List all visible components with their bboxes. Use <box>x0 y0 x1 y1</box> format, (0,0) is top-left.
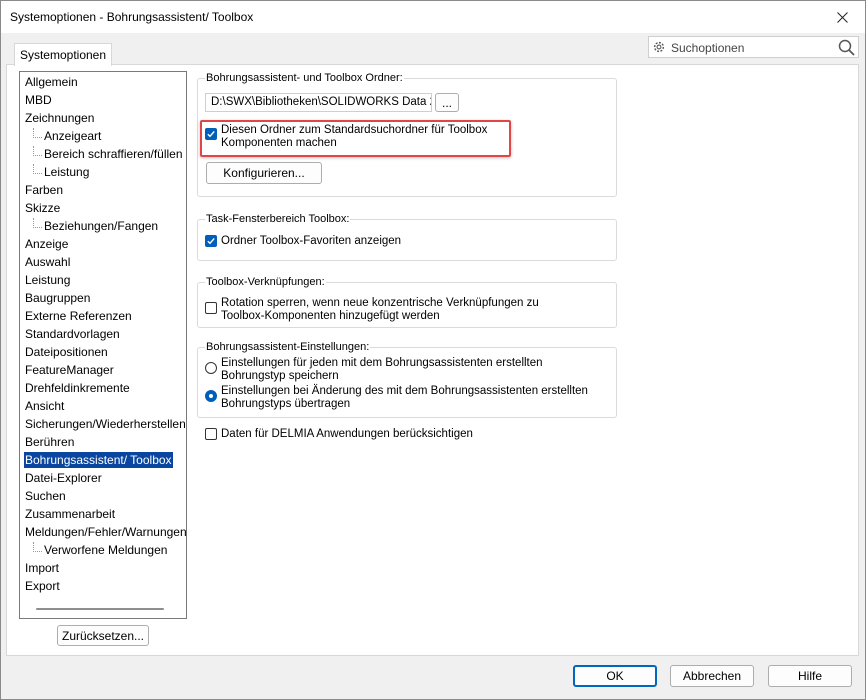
tree-item[interactable]: MBD <box>25 92 52 108</box>
tree-item[interactable]: Verworfene Meldungen <box>32 542 167 558</box>
default-folder-label-line1: Diesen Ordner zum Standardsuchordner für… <box>221 124 488 136</box>
task-pane-group-title: Task-Fensterbereich Toolbox: <box>205 213 351 225</box>
search-icon[interactable] <box>838 39 855 56</box>
toolbox-favorites-checkbox[interactable] <box>205 235 217 247</box>
close-button[interactable] <box>819 1 865 33</box>
tree-item[interactable]: Drehfeldinkremente <box>25 380 130 396</box>
tree-item[interactable]: Berühren <box>25 434 74 450</box>
default-folder-label-line2: Komponenten machen <box>221 137 337 149</box>
tab-label: Systemoptionen <box>19 48 107 62</box>
title-bar: Systemoptionen - Bohrungsassistent/ Tool… <box>1 1 865 33</box>
tree-item[interactable]: Baugruppen <box>25 290 90 306</box>
options-tree[interactable]: Allgemein MBD Zeichnungen Anzeigeart Bereich… <box>19 71 187 619</box>
tree-item[interactable]: Bereich schraffieren/füllen <box>33 146 183 162</box>
tree-item[interactable]: Auswahl <box>25 254 70 270</box>
ok-label: OK <box>606 669 624 683</box>
configure-label: Konfigurieren... <box>223 166 305 180</box>
tree-item[interactable]: Sicherungen/Wiederherstellen <box>25 416 186 432</box>
tree-item[interactable]: Allgemein <box>25 74 78 90</box>
tree-item[interactable]: Leistung <box>25 272 70 288</box>
checkmark-icon <box>207 238 215 245</box>
reset-label: Zurücksetzen... <box>61 628 145 643</box>
lock-rotation-checkbox[interactable] <box>205 302 217 314</box>
configure-button[interactable]: Konfigurieren... <box>206 162 322 184</box>
tree-item[interactable]: Farben <box>25 182 63 198</box>
save-settings-per-type-radio[interactable] <box>205 362 217 374</box>
lock-rotation-label-line2: Toolbox-Komponenten hinzugefügt werden <box>221 310 440 322</box>
propagate-settings-label-line2: Bohrungstyps übertragen <box>221 398 351 410</box>
hole-wizard-group-title: Bohrungsassistent-Einstellungen: <box>205 341 371 353</box>
tree-item[interactable]: Standardvorlagen <box>25 326 120 342</box>
cancel-label: Abbrechen <box>682 669 742 683</box>
save-settings-label-line1: Einstellungen für jeden mit dem Bohrungs… <box>221 357 543 369</box>
tree-item[interactable]: Suchen <box>25 488 66 504</box>
tree-item[interactable]: Anzeigeart <box>32 128 101 144</box>
system-options-dialog: Systemoptionen - Bohrungsassistent/ Tool… <box>0 0 866 700</box>
toolbox-mates-group-title: Toolbox-Verknüpfungen: <box>205 276 326 288</box>
close-icon <box>836 11 848 23</box>
search-input[interactable]: Suchoptionen <box>648 36 859 58</box>
tree-item[interactable]: Import <box>25 560 59 576</box>
window-title: Systemoptionen - Bohrungsassistent/ Tool… <box>10 10 254 24</box>
browse-button[interactable]: ... <box>435 93 459 112</box>
tree-item[interactable]: Zeichnungen <box>25 110 94 126</box>
folder-group-title: Bohrungsassistent- und Toolbox Ordner: <box>205 72 404 84</box>
tab-system-options[interactable]: Systemoptionen <box>14 43 112 66</box>
tree-item[interactable]: Ansicht <box>25 398 64 414</box>
tree-item[interactable]: Dateipositionen <box>25 344 108 360</box>
propagate-settings-label-line1: Einstellungen bei Änderung des mit dem B… <box>221 385 588 397</box>
gear-icon <box>653 41 665 53</box>
lock-rotation-label-line1: Rotation sperren, wenn neue konzentrisch… <box>221 297 539 309</box>
delmia-checkbox[interactable] <box>205 428 217 440</box>
toolbox-favorites-label: Ordner Toolbox-Favoriten anzeigen <box>221 235 402 247</box>
checkmark-icon <box>207 131 215 138</box>
tree-item[interactable]: Skizze <box>25 200 60 216</box>
delmia-label: Daten für DELMIA Anwendungen berücksicht… <box>221 428 473 440</box>
toolbox-folder-field[interactable]: D:\SWX\Bibliotheken\SOLIDWORKS Data 2024 <box>205 93 432 112</box>
tree-horizontal-scrollbar[interactable] <box>36 608 164 610</box>
tree-item[interactable]: Beziehungen/Fangen <box>32 218 158 234</box>
browse-label: ... <box>441 95 452 110</box>
save-settings-label-line2: Bohrungstyp speichern <box>221 370 339 382</box>
ok-button[interactable]: OK <box>573 665 657 687</box>
tree-item[interactable]: Anzeige <box>25 236 68 252</box>
cancel-button[interactable]: Abbrechen <box>670 665 754 687</box>
help-label: Hilfe <box>797 669 822 683</box>
default-folder-checkbox[interactable] <box>205 128 217 140</box>
tree-item[interactable]: Zusammenarbeit <box>25 506 115 522</box>
reset-button[interactable]: Zurücksetzen... <box>57 625 149 646</box>
tree-item[interactable]: Export <box>25 578 60 594</box>
propagate-settings-radio[interactable] <box>205 390 217 402</box>
tree-item[interactable]: Meldungen/Fehler/Warnungen <box>25 524 186 540</box>
help-button[interactable]: Hilfe <box>768 665 852 687</box>
tree-item[interactable]: Datei-Explorer <box>25 470 102 486</box>
tree-item[interactable]: FeatureManager <box>25 362 114 378</box>
tree-item[interactable]: Bohrungsassistent/ Toolbox <box>24 452 173 468</box>
search-placeholder: Suchoptionen <box>671 41 745 55</box>
tree-item[interactable]: Externe Referenzen <box>25 308 132 324</box>
tree-item[interactable]: Leistung <box>32 164 89 180</box>
